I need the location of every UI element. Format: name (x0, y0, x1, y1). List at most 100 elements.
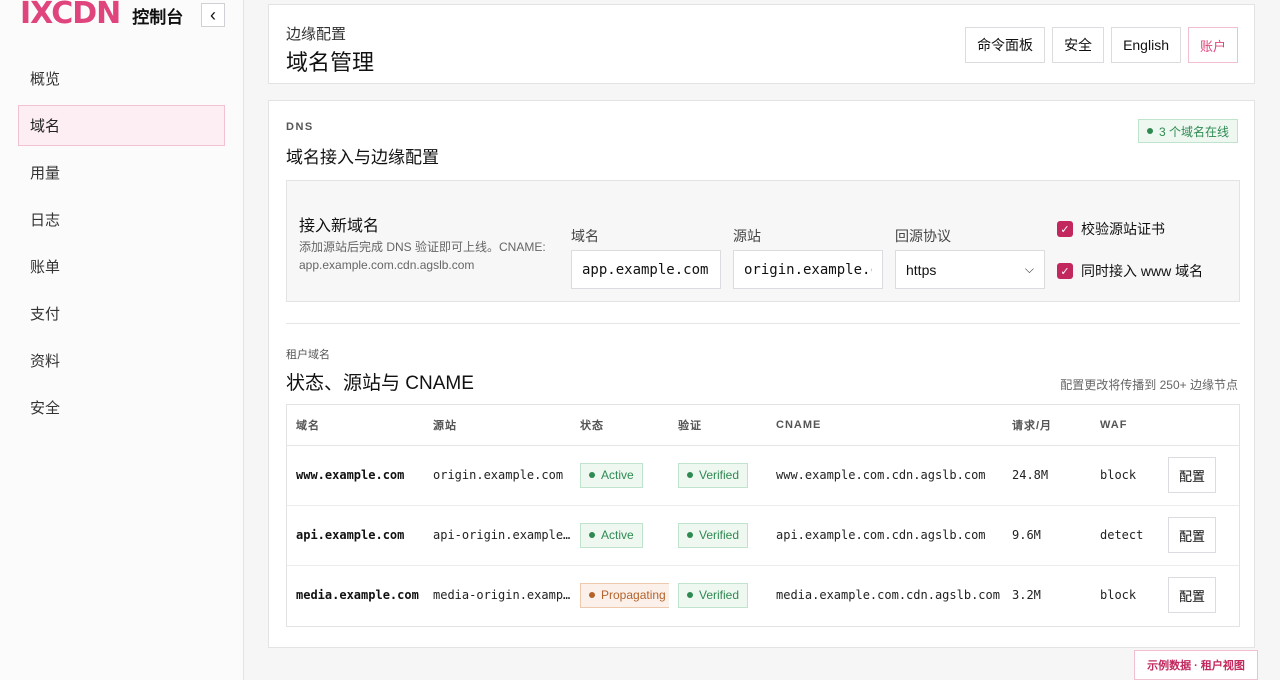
cell-cname: www.example.com.cdn.agslb.com (767, 445, 1003, 506)
protocol-select-value: https (906, 261, 937, 278)
status-dot-icon (589, 472, 595, 478)
cell-origin: media-origin.example.com (433, 588, 571, 603)
status-dot-icon (687, 592, 693, 599)
col-header-verify: 验证 (669, 405, 767, 446)
online-status-badge: 3 个域名在线 (1137, 119, 1238, 143)
protocol-select[interactable]: https ⌵ (895, 250, 1045, 289)
status-text: Propagating (601, 588, 666, 603)
configure-button[interactable]: 配置 (1168, 577, 1216, 614)
tenant-title: 状态、源站与 CNAME (286, 373, 474, 394)
sidebar-item-billing[interactable]: 账单 (18, 246, 225, 287)
status-dot-icon (589, 532, 595, 538)
sidebar-item-domains[interactable]: 域名 (18, 105, 225, 146)
cell-actions: 配置 (1159, 565, 1239, 625)
sidebar-nav: 概览 域名 用量 日志 账单 支付 资料 安全 (18, 58, 225, 434)
section-label: DNS (286, 121, 314, 133)
cell-origin: api-origin.example.com (424, 505, 571, 566)
cell-waf: detect (1091, 505, 1159, 566)
configure-button[interactable]: 配置 (1168, 517, 1216, 553)
verify-badge: Verified (678, 582, 749, 608)
verify-text: Verified (699, 528, 740, 542)
table-row: www.example.com origin.example.com Activ… (287, 445, 1239, 506)
cell-verify: Verified (669, 505, 767, 566)
status-text: Active (601, 468, 634, 482)
page-header: 边缘配置 域名管理 命令面板 安全 English 账户 (268, 4, 1255, 84)
status-dot-icon (687, 472, 693, 478)
sidebar-item-label: 概览 (30, 71, 61, 88)
sidebar-item-label: 安全 (30, 400, 61, 417)
add-domain-description: 添加源站后完成 DNS 验证即可上线。CNAME: app.example.co… (299, 240, 546, 272)
verify-text: Verified (699, 588, 740, 603)
status-badge: Propagating (580, 582, 669, 608)
checkmark-icon: ✓ (1057, 263, 1073, 279)
status-dot-icon (589, 592, 595, 599)
cell-requests: 9.6M (1003, 505, 1091, 566)
cell-actions: 配置 (1159, 505, 1239, 566)
header-actions: 命令面板 安全 English 账户 (965, 27, 1238, 63)
cell-verify: Verified (669, 445, 767, 506)
col-header-status: 状态 (571, 405, 669, 446)
collapse-sidebar-button[interactable]: ‹ (201, 3, 225, 27)
sidebar: IXCDN 控制台 ‹ 概览 域名 用量 日志 账单 支付 资料 安全 (0, 0, 244, 680)
page-eyebrow: 边缘配置 (286, 26, 347, 43)
col-header-requests: 请求/月 (1003, 405, 1091, 446)
sidebar-item-label: 用量 (30, 165, 61, 182)
tenant-label: 租户域名 (286, 349, 330, 361)
language-button[interactable]: English (1111, 27, 1181, 63)
col-header-origin: 源站 (424, 405, 571, 446)
origin-input[interactable] (733, 250, 883, 289)
verify-badge: Verified (678, 462, 749, 488)
sidebar-item-logs[interactable]: 日志 (18, 199, 225, 240)
section-title: 域名接入与边缘配置 (286, 148, 439, 167)
sidebar-item-usage[interactable]: 用量 (18, 152, 225, 193)
status-badge: Active (580, 522, 643, 548)
include-www-label: 同时接入 www 域名 (1081, 263, 1204, 279)
sidebar-item-label: 账单 (30, 259, 61, 276)
domain-input[interactable] (571, 250, 721, 289)
sidebar-item-payment[interactable]: 支付 (18, 293, 225, 334)
sidebar-item-security[interactable]: 安全 (18, 387, 225, 428)
col-header-waf: WAF (1091, 405, 1159, 446)
domain-field-label: 域名 (571, 228, 599, 244)
domains-card: DNS 域名接入与边缘配置 3 个域名在线 接入新域名 添加源站后完成 DNS … (268, 100, 1255, 648)
configure-button[interactable]: 配置 (1168, 457, 1216, 493)
brand-logo: IXCDN (20, 0, 121, 31)
add-domain-panel: 接入新域名 添加源站后完成 DNS 验证即可上线。CNAME: app.exam… (286, 180, 1240, 302)
col-header-domain: 域名 (287, 405, 424, 446)
online-badge-text: 3 个域名在线 (1158, 124, 1229, 139)
table-header-row: 域名 源站 状态 验证 CNAME 请求/月 WAF (287, 405, 1239, 446)
table-row: media.example.com media-origin.example.c… (287, 565, 1239, 625)
col-header-cname: CNAME (767, 405, 1003, 446)
security-button[interactable]: 安全 (1052, 27, 1105, 63)
cell-verify: Verified (669, 565, 767, 625)
sidebar-item-label: 支付 (30, 306, 61, 323)
propagate-note: 配置更改将传播到 250+ 边缘节点 (1060, 378, 1238, 392)
sidebar-item-label: 资料 (30, 353, 61, 370)
cell-cname: api.example.com.cdn.agslb.com (767, 505, 1003, 566)
status-dot-icon (687, 532, 693, 538)
verify-text: Verified (699, 468, 740, 482)
command-palette-button[interactable]: 命令面板 (965, 27, 1046, 63)
verify-cert-checkbox[interactable]: ✓ 校验源站证书 (1057, 219, 1165, 239)
cell-cname: media.example.com.cdn.agslb.com (776, 588, 1000, 603)
domains-table: 域名 源站 状态 验证 CNAME 请求/月 WAF www.example.c… (286, 404, 1240, 627)
brand-title: 控制台 (132, 7, 184, 27)
chevron-left-icon: ‹ (210, 4, 216, 25)
cell-domain: api.example.com (287, 505, 424, 566)
verify-badge: Verified (678, 522, 749, 548)
status-text: Active (601, 528, 634, 542)
add-domain-title: 接入新域名 (299, 218, 380, 235)
origin-field-label: 源站 (733, 228, 761, 244)
sample-data-note: 示例数据 · 租户视图 (1134, 650, 1258, 680)
brand: IXCDN 控制台 (20, 0, 183, 32)
account-button[interactable]: 账户 (1187, 27, 1238, 63)
cell-status: Propagating (571, 565, 669, 625)
cell-status: Active (571, 445, 669, 506)
cell-status: Active (571, 505, 669, 566)
sidebar-item-label: 日志 (30, 212, 61, 229)
include-www-checkbox[interactable]: ✓ 同时接入 www 域名 (1057, 261, 1203, 281)
sidebar-item-overview[interactable]: 概览 (18, 58, 225, 99)
status-badge: Active (580, 462, 643, 488)
sidebar-item-profile[interactable]: 资料 (18, 340, 225, 381)
status-dot-icon (1146, 128, 1153, 134)
